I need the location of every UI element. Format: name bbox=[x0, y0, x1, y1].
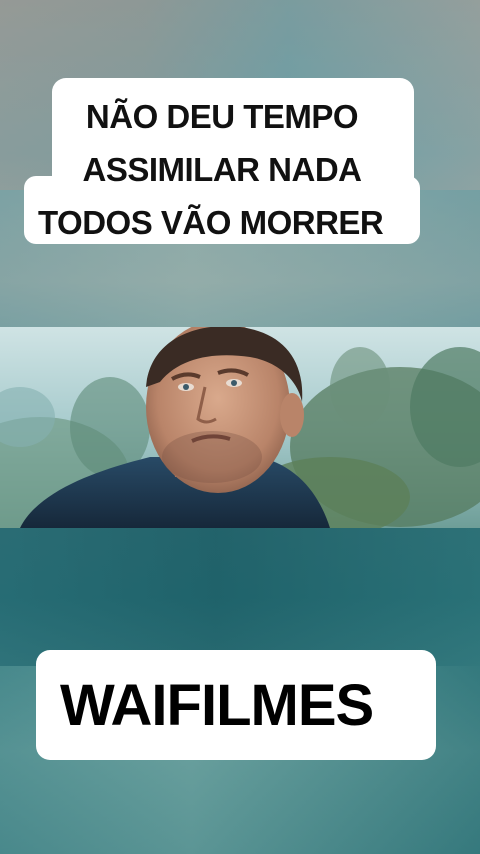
movie-still-illustration bbox=[0, 327, 480, 528]
caption-line-2: ASSIMILAR NADA bbox=[82, 151, 363, 188]
caption-text: NÃO DEU TEMPO ASSIMILAR NADA TODOS VÃO M… bbox=[24, 90, 420, 249]
background-band-lower bbox=[0, 528, 480, 666]
caption-line-3: TODOS VÃO MORRER bbox=[38, 204, 384, 241]
caption-line-1: NÃO DEU TEMPO bbox=[85, 98, 359, 135]
watermark-label: WAIFILMES bbox=[60, 673, 374, 738]
watermark-box: WAIFILMES bbox=[36, 650, 436, 760]
caption-box: NÃO DEU TEMPO ASSIMILAR NADA TODOS VÃO M… bbox=[24, 78, 420, 244]
movie-still-image bbox=[0, 327, 480, 528]
